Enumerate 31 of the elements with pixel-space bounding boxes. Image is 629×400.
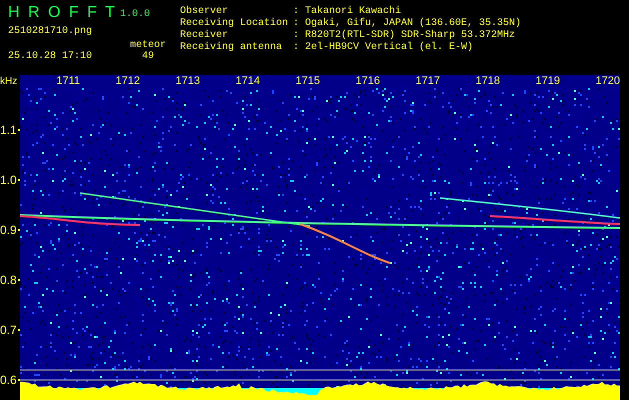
capture-time: 25.10.28 17:10 — [8, 51, 94, 63]
x-tick-label: 1711 — [55, 75, 80, 88]
meteor-count: 49 — [140, 51, 155, 63]
app-title: H R O F F T — [8, 4, 116, 23]
y-tick-label: 0.8 — [0, 272, 17, 289]
y-tick-label: 1.0 — [0, 172, 17, 189]
count-label: meteor — [128, 40, 167, 51]
x-tick-label: 1720 — [594, 75, 620, 88]
x-tick-label: 1713 — [174, 75, 200, 88]
x-tick-label: 1714 — [234, 75, 260, 88]
y-tick-label: 0.7 — [0, 322, 17, 339]
x-tick-label: 1715 — [294, 75, 320, 88]
info-value: : 2el-HB9CV Vertical (el. E-W) — [293, 42, 474, 54]
info-label: Observer — [180, 6, 230, 18]
y-tick-label: 1.1 — [0, 122, 17, 139]
x-tick-label: 1716 — [354, 75, 380, 88]
y-tick-label: 0.9 — [0, 222, 17, 239]
info-value: : Takanori Kawachi — [293, 6, 402, 18]
info-label: Receiving antenna — [180, 42, 284, 54]
x-tick-label: 1718 — [474, 75, 500, 88]
version-label: 1.0.0 — [119, 8, 152, 22]
x-tick-label: 1719 — [534, 75, 560, 88]
info-value: : R820T2(RTL-SDR) SDR-Sharp 53.372MHz — [293, 30, 516, 42]
x-tick-label: 1712 — [114, 75, 140, 88]
file-name: 2510281710.png — [8, 26, 94, 39]
info-label: Receiving Location — [180, 18, 290, 30]
y-tick-label: 0.6 — [0, 372, 17, 389]
info-value: : Ogaki, Gifu, JAPAN (136.60E, 35.35N) — [293, 18, 522, 30]
info-label: Receiver — [180, 30, 230, 42]
axis-unit: kHz — [0, 75, 18, 88]
x-tick-label: 1717 — [414, 75, 440, 88]
